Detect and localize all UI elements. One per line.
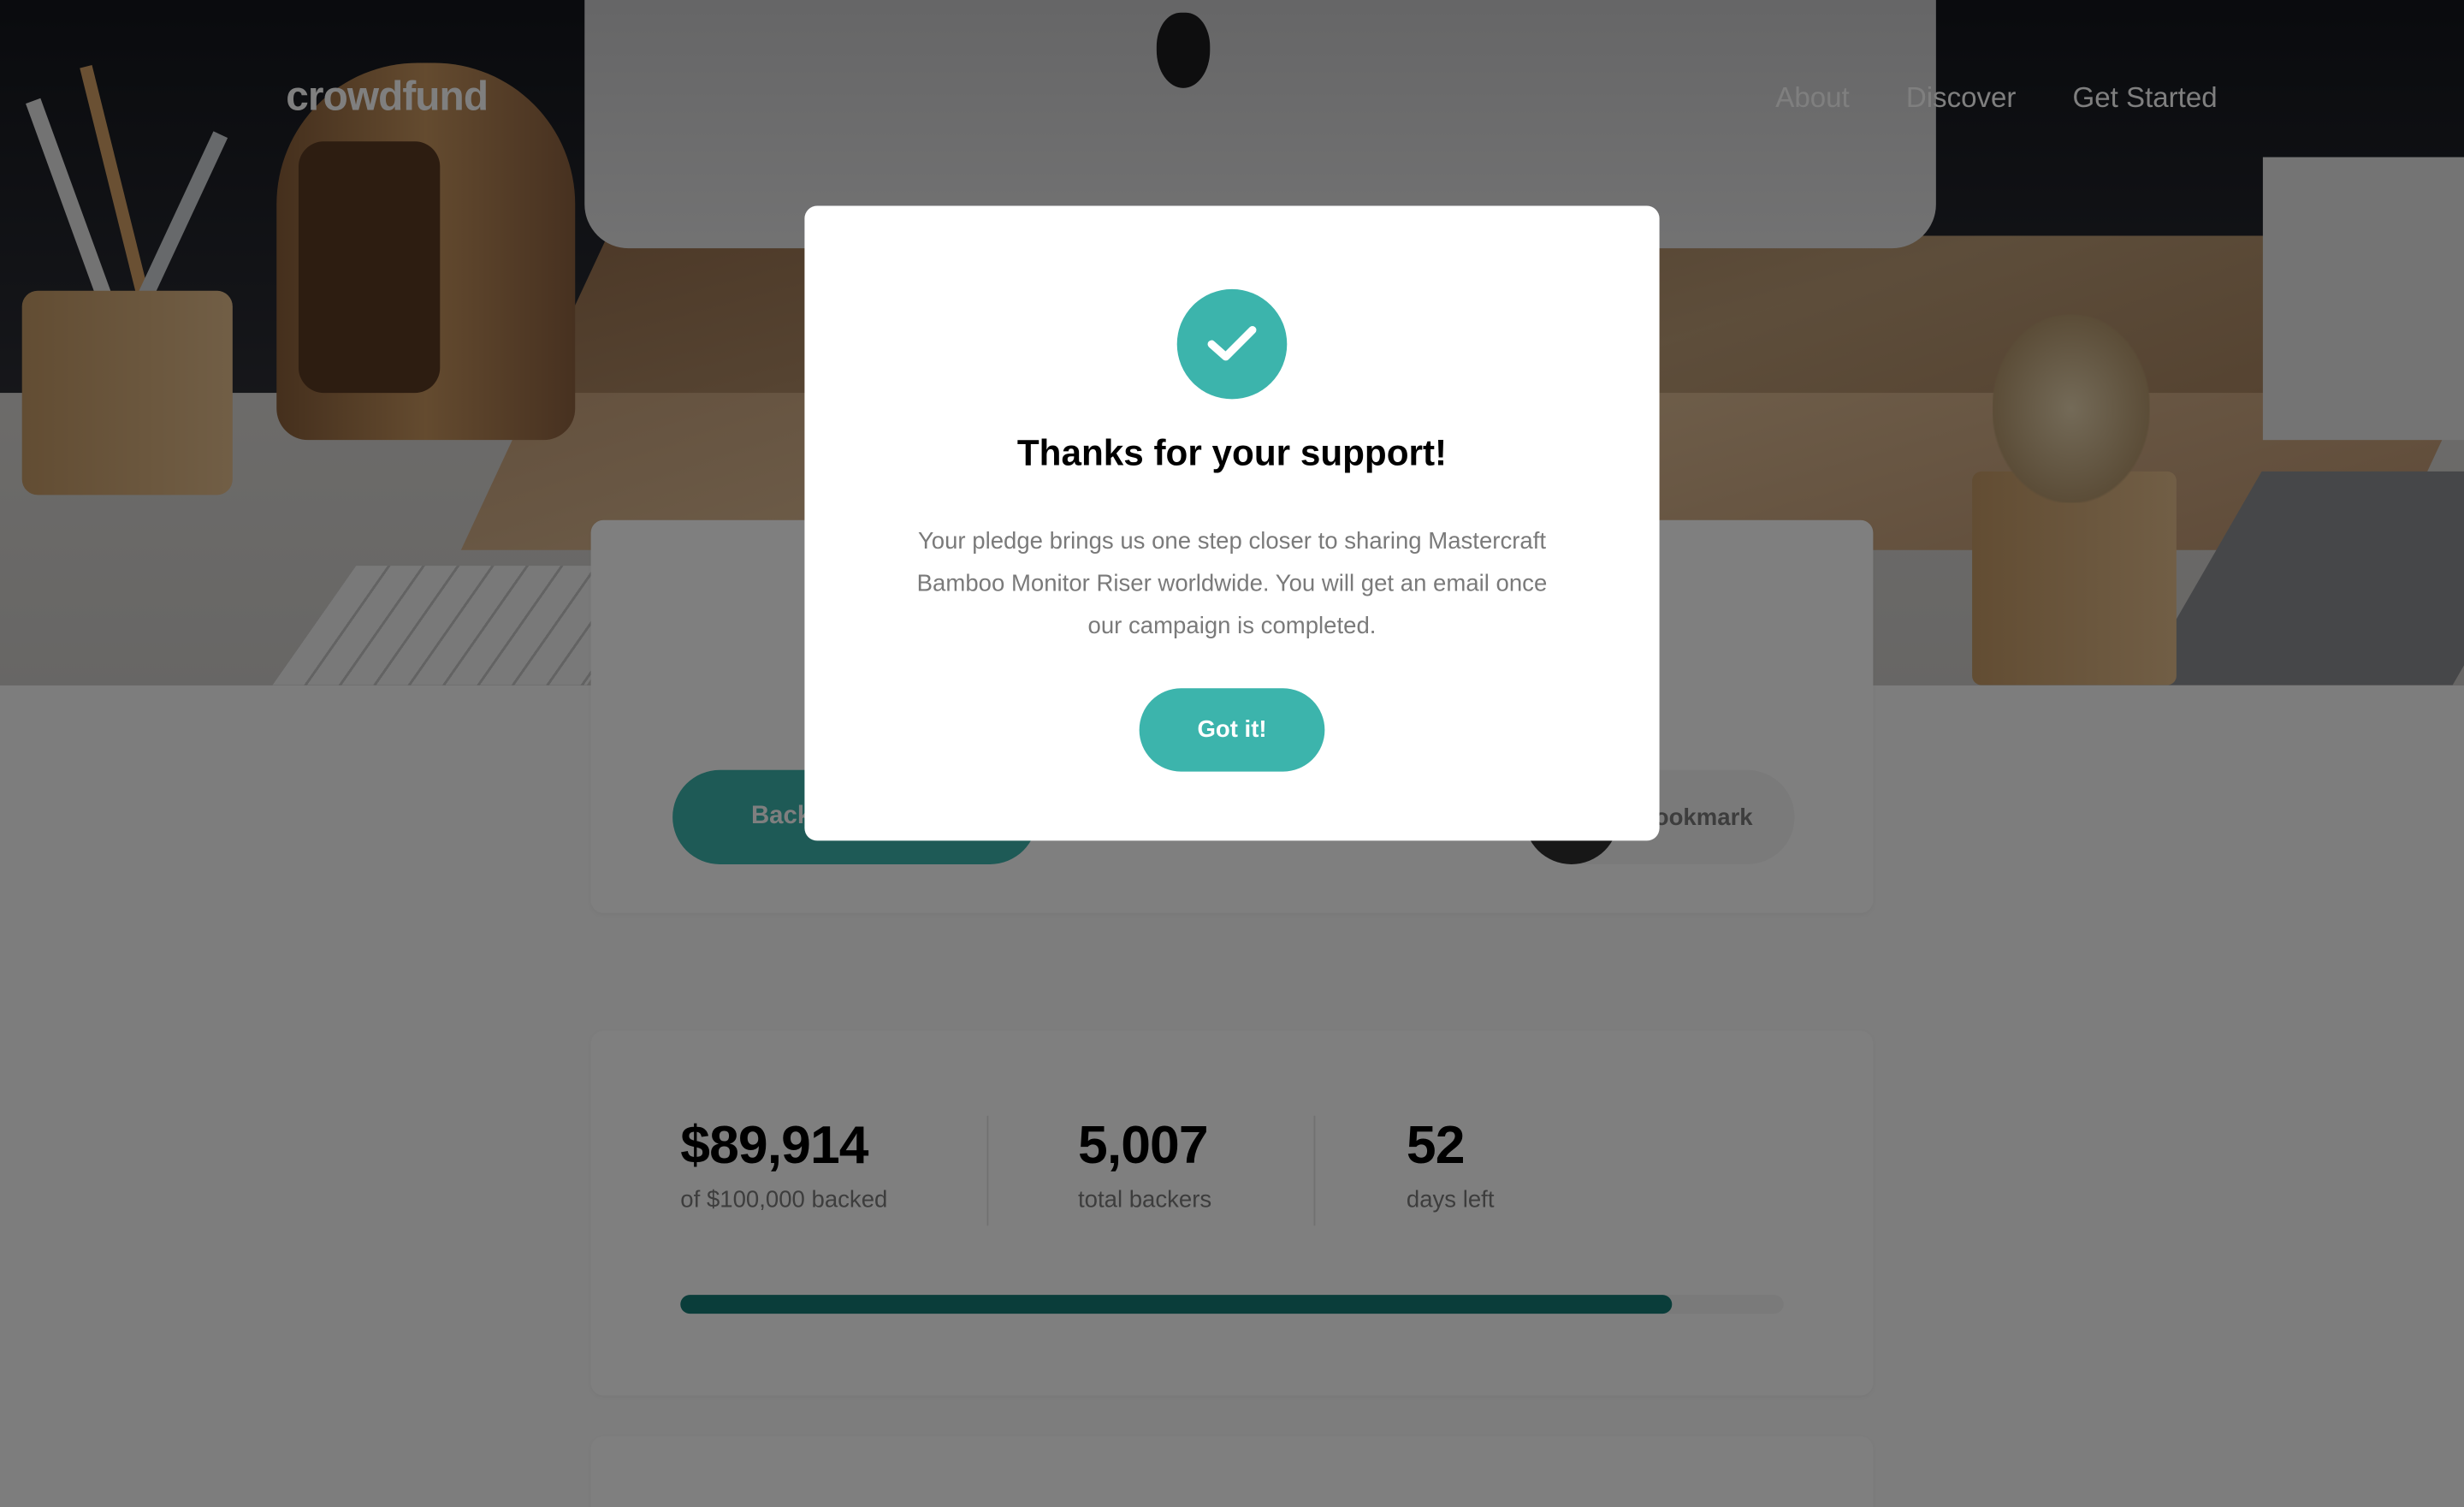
got-it-button[interactable]: Got it! <box>1139 688 1325 772</box>
page: crowdfund About Discover Get Started Bac… <box>0 0 2464 1507</box>
modal-title: Thanks for your support! <box>1016 431 1448 473</box>
modal-body: Your pledge brings us one step closer to… <box>916 527 1548 640</box>
check-icon <box>1176 288 1288 400</box>
success-modal: Thanks for your support! Your pledge bri… <box>804 205 1660 841</box>
